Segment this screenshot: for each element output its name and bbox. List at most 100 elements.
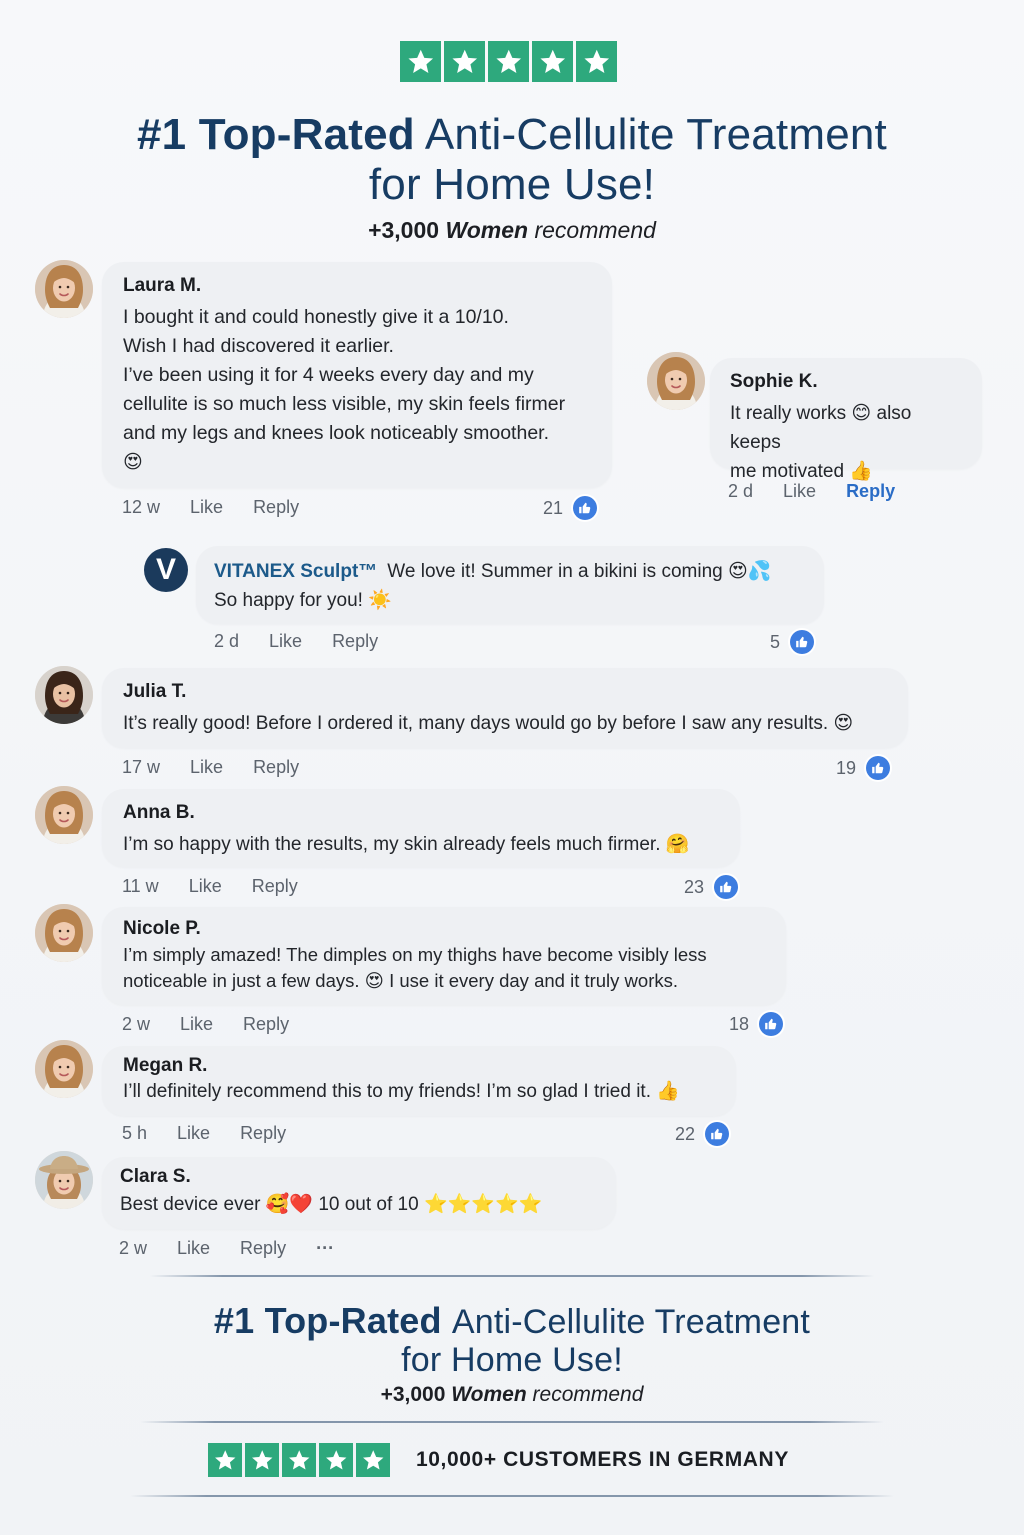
comment-time: 2 w: [122, 1014, 151, 1034]
more-options-icon[interactable]: ···: [316, 1238, 334, 1259]
star-icon: [319, 1443, 353, 1477]
avatar[interactable]: [35, 260, 93, 318]
tagline-rest: recommend: [532, 1383, 644, 1406]
star-icon: [282, 1443, 316, 1477]
star-icon: [576, 41, 617, 82]
thumbs-up-icon: [866, 756, 891, 780]
like-count[interactable]: 18: [729, 1012, 784, 1036]
star-icon: [444, 41, 485, 82]
divider: [140, 1421, 884, 1423]
comment-text: It’s really good! Before I ordered it, m…: [123, 713, 854, 734]
thumbs-up-icon: [714, 875, 739, 899]
avatar[interactable]: [35, 786, 93, 844]
avatar[interactable]: [35, 1040, 93, 1098]
comment-actions: 2 w Like Reply ···: [119, 1238, 334, 1259]
comment-line: noticeable in just a few days. 😍 I use i…: [123, 970, 679, 991]
brand-avatar[interactable]: V: [144, 548, 188, 592]
comment-author[interactable]: Julia T.: [123, 681, 888, 703]
comment-bubble: Sophie K. It really works 😊 also keeps m…: [710, 358, 982, 482]
like-count[interactable]: 5: [770, 630, 815, 654]
avatar[interactable]: [35, 904, 93, 962]
comment-author[interactable]: Sophie K.: [730, 371, 962, 393]
comment-line: We love it! Summer in a bikini is coming…: [387, 561, 772, 582]
like-count-value: 5: [770, 631, 781, 652]
like-count[interactable]: 22: [675, 1122, 730, 1146]
reply-link[interactable]: Reply: [332, 631, 378, 652]
comment-actions: 5 h Like Reply: [122, 1123, 316, 1144]
headline-rest: Anti-Cellulite Treatment: [424, 110, 887, 159]
comment-author[interactable]: Nicole P.: [123, 918, 766, 940]
comment-line: I’ve been using it for 4 weeks every day…: [123, 364, 534, 386]
star-icon: [488, 41, 529, 82]
rating-stars: [400, 41, 617, 82]
comment-line: Wish I had discovered it earlier.: [123, 335, 394, 357]
comment-bubble: Julia T. It’s really good! Before I orde…: [102, 668, 908, 748]
like-link[interactable]: Like: [180, 1014, 213, 1035]
avatar[interactable]: [35, 666, 93, 724]
reply-link[interactable]: Reply: [846, 481, 895, 502]
headline-line2: for Home Use!: [368, 160, 656, 209]
comment-time: 2 w: [119, 1238, 148, 1258]
brand-avatar-letter: V: [155, 553, 176, 586]
tagline-women: Women: [445, 217, 529, 243]
star-icon: [356, 1443, 390, 1477]
comment-line: I bought it and could honestly give it a…: [123, 306, 509, 328]
comment-line: and my legs and knees look noticeably sm…: [123, 422, 550, 444]
comment-text: VITANEX Sculpt™ We love it! Summer in a b…: [214, 557, 804, 615]
comment-text: It really works 😊 also keeps me motivate…: [730, 399, 962, 486]
comment-bubble: Laura M. I bought it and could honestly …: [102, 262, 612, 488]
comment-bubble: Nicole P. I’m simply amazed! The dimples…: [102, 907, 786, 1005]
comment-text: I bought it and could honestly give it a…: [123, 303, 592, 477]
like-link[interactable]: Like: [177, 1238, 210, 1259]
headline-rest: Anti-Cellulite Treatment: [451, 1303, 811, 1341]
like-count[interactable]: 19: [836, 756, 891, 780]
avatar[interactable]: [35, 1151, 93, 1209]
comment-line: So happy for you! ☀️: [214, 590, 392, 611]
comment-line: I’m simply amazed! The dimples on my thi…: [123, 944, 707, 965]
like-count[interactable]: 21: [543, 496, 598, 520]
comment-time: 2 d: [728, 481, 754, 501]
like-link[interactable]: Like: [189, 876, 222, 897]
star-icon: [532, 41, 573, 82]
comment-author[interactable]: Megan R.: [123, 1055, 716, 1077]
comment-text: I’m simply amazed! The dimples on my thi…: [123, 942, 766, 994]
comment-author[interactable]: Laura M.: [123, 275, 592, 297]
comment-actions: 2 w Like Reply: [122, 1014, 319, 1035]
reply-link[interactable]: Reply: [240, 1123, 286, 1144]
headline-line2: for Home Use!: [401, 1341, 623, 1379]
comment-time: 5 h: [122, 1123, 148, 1143]
tagline-number: +3,000: [380, 1383, 446, 1406]
like-link[interactable]: Like: [269, 631, 302, 652]
tagline: +3,000 Women recommend: [0, 217, 1024, 244]
like-count[interactable]: 23: [684, 875, 739, 899]
like-count-value: 19: [836, 757, 857, 778]
divider: [130, 1495, 894, 1497]
comment-bubble: Clara S. Best device ever 🥰❤️ 10 out of …: [102, 1157, 616, 1229]
divider: [150, 1275, 874, 1277]
like-count-value: 23: [684, 876, 705, 897]
reply-link[interactable]: Reply: [252, 876, 298, 897]
like-link[interactable]: Like: [190, 497, 223, 518]
tagline-number: +3,000: [368, 217, 440, 243]
comment-author[interactable]: Clara S.: [120, 1166, 596, 1188]
star-icon: [208, 1443, 242, 1477]
comment-text: I’m so happy with the results, my skin a…: [123, 834, 690, 855]
comment-time: 12 w: [122, 497, 161, 517]
brand-name[interactable]: VITANEX Sculpt™: [214, 561, 377, 582]
like-link[interactable]: Like: [783, 481, 816, 502]
comment-time: 11 w: [122, 876, 159, 896]
like-link[interactable]: Like: [190, 757, 223, 778]
avatar[interactable]: [647, 352, 705, 410]
customers-count: 10,000+ CUSTOMERS IN GERMANY: [416, 1448, 789, 1471]
like-count-value: 21: [543, 497, 564, 518]
like-count-value: 18: [729, 1013, 750, 1034]
reply-link[interactable]: Reply: [253, 757, 299, 778]
comment-text: I’ll definitely recommend this to my fri…: [123, 1081, 680, 1102]
comment-author[interactable]: Anna B.: [123, 802, 720, 824]
reply-link[interactable]: Reply: [243, 1014, 289, 1035]
thumbs-up-icon: [705, 1122, 730, 1146]
reply-link[interactable]: Reply: [253, 497, 299, 518]
like-link[interactable]: Like: [177, 1123, 210, 1144]
thumbs-up-icon: [790, 630, 815, 654]
reply-link[interactable]: Reply: [240, 1238, 286, 1259]
